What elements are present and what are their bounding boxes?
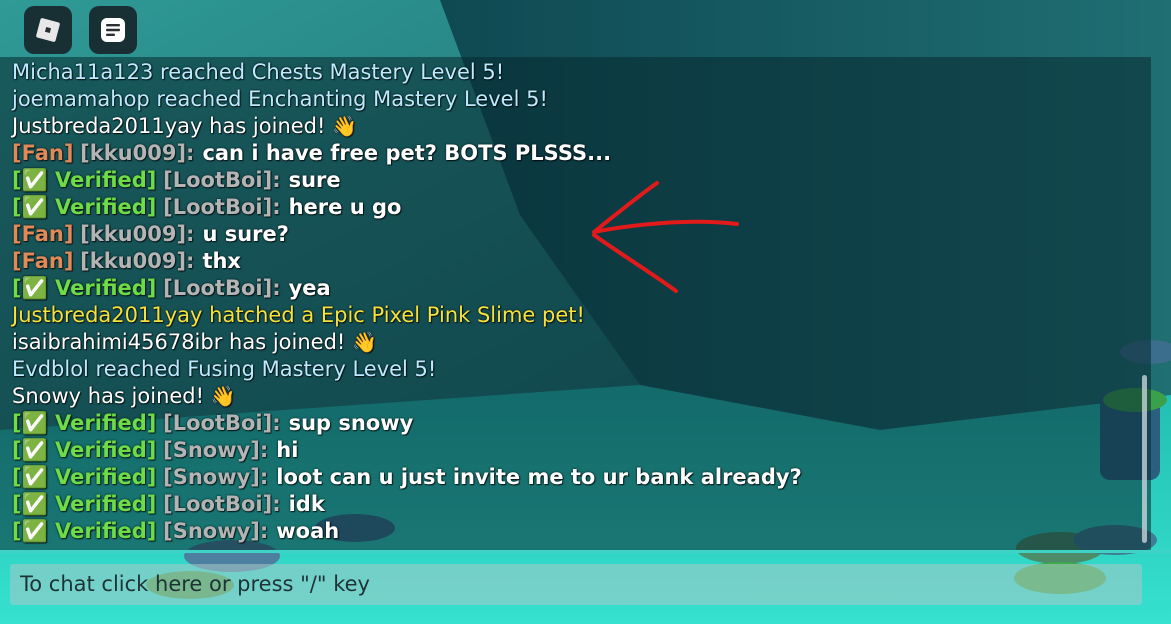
chat-tag: [✅ Verified] [12, 276, 157, 300]
chat-divider [0, 550, 1171, 553]
chat-message-text: sup snowy [288, 411, 414, 435]
chat-tag: [✅ Verified] [12, 195, 157, 219]
chat-message: Evdblol reached Fusing Mastery Level 5! [12, 356, 1141, 383]
system-message-text: Micha11a123 reached Chests Mastery Level… [12, 60, 505, 84]
chat-tag: [Fan] [12, 249, 74, 273]
chat-message-text: can i have free pet? BOTS PLSSS... [202, 141, 612, 165]
waving-hand-icon: 👋 [210, 384, 236, 408]
chat-tag: [✅ Verified] [12, 438, 157, 462]
chat-message: [Fan] [kku009]: u sure? [12, 221, 1141, 248]
chat-window: Micha11a123 reached Chests Mastery Level… [0, 57, 1151, 551]
chat-username: [kku009]: [80, 222, 195, 246]
chat-message: [Fan] [kku009]: can i have free pet? BOTS… [12, 140, 1141, 167]
chat-message-text: sure [288, 168, 341, 192]
system-message-text: Snowy has joined! [12, 384, 205, 408]
chat-message: [✅ Verified] [Snowy]: loot can u just inv… [12, 464, 1141, 491]
chat-message: Micha11a123 reached Chests Mastery Level… [12, 59, 1141, 86]
chat-message: Justbreda2011yay hatched a Epic Pixel Pi… [12, 302, 1141, 329]
chat-toggle-button[interactable] [89, 6, 137, 54]
chat-message-text: here u go [288, 195, 402, 219]
waving-hand-icon: 👋 [332, 114, 358, 138]
chat-message-text: woah [276, 519, 340, 543]
roblox-logo-icon [36, 18, 60, 42]
chat-tag: [✅ Verified] [12, 492, 157, 516]
chat-username: [LootBoi]: [163, 276, 281, 300]
chat-message: [✅ Verified] [LootBoi]: sure [12, 167, 1141, 194]
chat-input-placeholder: To chat click here or press "/" key [20, 572, 370, 596]
chat-message: [✅ Verified] [Snowy]: hi [12, 437, 1141, 464]
chat-message: Snowy has joined! 👋 [12, 383, 1141, 410]
chat-message: [✅ Verified] [LootBoi]: yea [12, 275, 1141, 302]
system-message-text: joemamahop reached Enchanting Mastery Le… [12, 87, 548, 111]
system-message-text: Justbreda2011yay hatched a Epic Pixel Pi… [12, 303, 585, 327]
chat-message: Justbreda2011yay has joined! 👋 [12, 113, 1141, 140]
chat-message: [✅ Verified] [LootBoi]: idk [12, 491, 1141, 518]
chat-message-text: loot can u just invite me to ur bank alr… [276, 465, 802, 489]
chat-username: [Snowy]: [163, 465, 269, 489]
chat-tag: [✅ Verified] [12, 168, 157, 192]
system-message-text: Evdblol reached Fusing Mastery Level 5! [12, 357, 437, 381]
roblox-menu-button[interactable] [24, 6, 72, 54]
chat-input-box[interactable]: To chat click here or press "/" key [10, 564, 1142, 605]
chat-username: [Snowy]: [163, 438, 269, 462]
chat-message: [✅ Verified] [LootBoi]: here u go [12, 194, 1141, 221]
chat-message: [✅ Verified] [LootBoi]: sup snowy [12, 410, 1141, 437]
system-message-text: isaibrahimi45678ibr has joined! [12, 330, 346, 354]
chat-username: [LootBoi]: [163, 168, 281, 192]
chat-username: [Snowy]: [163, 519, 269, 543]
chat-message-text: idk [288, 492, 325, 516]
waving-hand-icon: 👋 [352, 330, 377, 354]
chat-username: [LootBoi]: [163, 492, 281, 516]
system-message-text: Justbreda2011yay has joined! [12, 114, 326, 138]
chat-message-text: hi [276, 438, 299, 462]
chat-tag: [✅ Verified] [12, 411, 157, 435]
chat-tag: [Fan] [12, 222, 74, 246]
chat-message-text: yea [288, 276, 331, 300]
chat-bubble-icon [101, 18, 125, 42]
chat-username: [kku009]: [80, 249, 195, 273]
chat-tag: [Fan] [12, 141, 74, 165]
chat-message-text: u sure? [202, 222, 289, 246]
chat-tag: [✅ Verified] [12, 519, 157, 543]
chat-username: [LootBoi]: [163, 411, 281, 435]
chat-username: [kku009]: [80, 141, 195, 165]
chat-message: joemamahop reached Enchanting Mastery Le… [12, 86, 1141, 113]
chat-message: [Fan] [kku009]: thx [12, 248, 1141, 275]
chat-message: isaibrahimi45678ibr has joined! 👋 [12, 329, 1141, 356]
chat-scrollbar[interactable] [1142, 375, 1147, 543]
chat-username: [LootBoi]: [163, 195, 281, 219]
chat-message-text: thx [202, 249, 241, 273]
chat-tag: [✅ Verified] [12, 465, 157, 489]
chat-message-list: Micha11a123 reached Chests Mastery Level… [12, 59, 1141, 545]
chat-message: [✅ Verified] [Snowy]: woah [12, 518, 1141, 545]
